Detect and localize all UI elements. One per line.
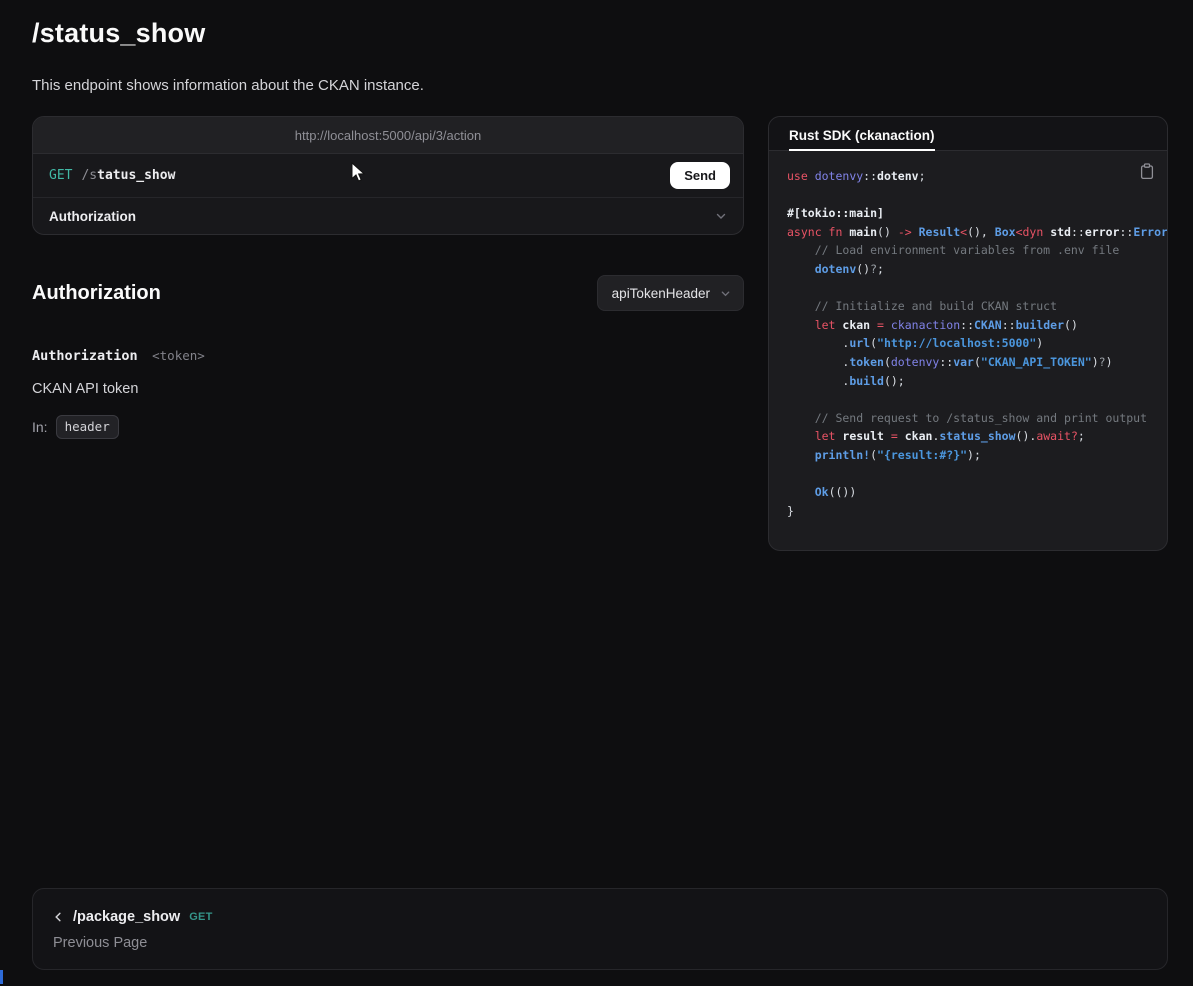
left-column: http://localhost:5000/api/3/action GET /… xyxy=(32,116,744,439)
authorization-header-row: Authorization apiTokenHeader xyxy=(32,275,744,311)
http-method-label: GET xyxy=(49,168,72,183)
param-description: CKAN API token xyxy=(32,381,744,397)
code-tabs-bar: Rust SDK (ckanaction) xyxy=(769,117,1167,151)
endpoint-path: /status_show xyxy=(81,168,175,183)
auth-scheme-select[interactable]: apiTokenHeader xyxy=(597,275,744,311)
code-sample: use dotenvy::dotenv; #[tokio::main]async… xyxy=(787,167,1167,520)
tab-rust-sdk[interactable]: Rust SDK (ckanaction) xyxy=(789,120,935,151)
previous-endpoint-method: GET xyxy=(189,911,213,923)
request-auth-label: Authorization xyxy=(49,209,136,224)
request-row: GET /status_show Send xyxy=(33,154,743,198)
base-url-bar[interactable]: http://localhost:5000/api/3/action xyxy=(33,117,743,154)
previous-page-label: Previous Page xyxy=(53,935,1147,951)
code-body: use dotenvy::dotenv; #[tokio::main]async… xyxy=(769,151,1167,550)
param-location-row: In: header xyxy=(32,415,744,439)
send-button[interactable]: Send xyxy=(670,162,730,189)
param-name: Authorization xyxy=(32,348,138,364)
page-title: /status_show xyxy=(32,18,1168,49)
previous-endpoint-path: /package_show xyxy=(73,909,180,925)
main-content: /status_show This endpoint shows informa… xyxy=(32,0,1168,970)
param-in-label: In: xyxy=(32,419,48,435)
code-sample-panel: Rust SDK (ckanaction) use dotenvy::doten… xyxy=(768,116,1168,551)
two-column-layout: http://localhost:5000/api/3/action GET /… xyxy=(32,116,1168,551)
auth-scheme-value: apiTokenHeader xyxy=(612,286,710,301)
auth-param-row: Authorization <token> xyxy=(32,347,744,365)
request-auth-toggle[interactable]: Authorization xyxy=(33,198,743,234)
endpoint-description: This endpoint shows information about th… xyxy=(32,77,1168,94)
previous-page-card[interactable]: /package_show GET Previous Page xyxy=(32,888,1168,970)
chevron-down-icon xyxy=(715,210,727,222)
param-type: <token> xyxy=(152,348,205,363)
clipboard-icon[interactable] xyxy=(1140,163,1154,183)
api-reference-page: /status_show This endpoint shows informa… xyxy=(0,0,1193,986)
chevron-left-icon xyxy=(53,911,64,923)
scroll-indicator xyxy=(0,970,3,984)
base-url-text: http://localhost:5000/api/3/action xyxy=(295,128,481,143)
api-request-card: http://localhost:5000/api/3/action GET /… xyxy=(32,116,744,235)
chevron-down-icon xyxy=(720,288,731,299)
param-in-badge: header xyxy=(56,415,119,439)
previous-page-title-row: /package_show GET xyxy=(53,909,1147,925)
authorization-heading: Authorization xyxy=(32,282,161,305)
